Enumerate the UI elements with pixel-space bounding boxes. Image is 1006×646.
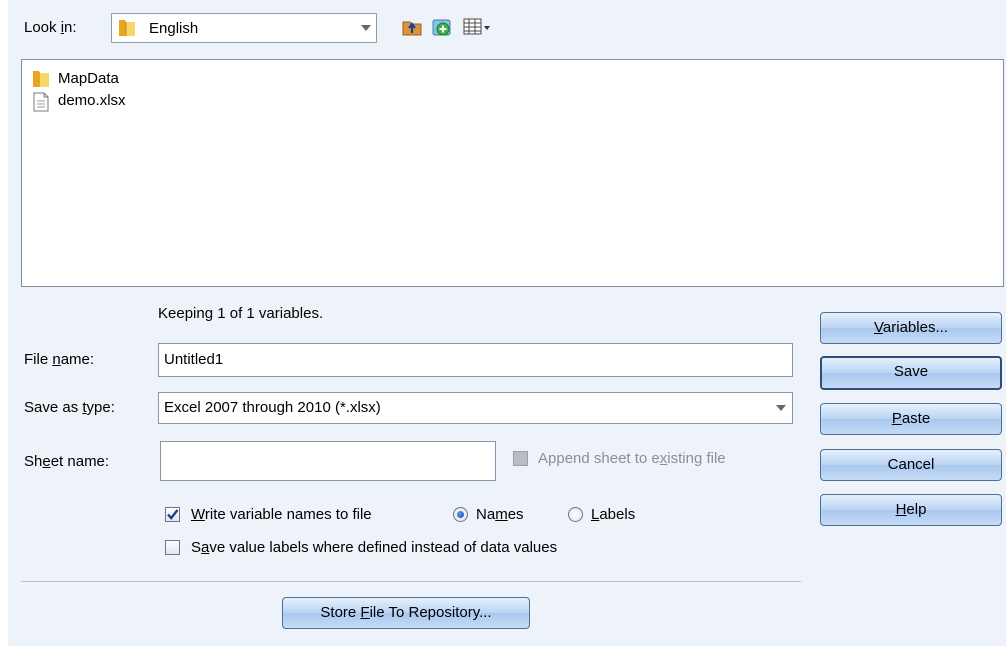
save-data-dialog: Look in: English MapData demo.xlsx Keepi… [8,0,1006,646]
file-name-field[interactable]: Untitled1 [158,343,793,377]
look-in-value: English [149,20,199,37]
append-sheet-checkbox[interactable] [513,451,528,466]
file-name-label: File name: [24,351,95,368]
file-list[interactable]: MapData demo.xlsx [21,59,1004,287]
save-as-type-dropdown[interactable]: Excel 2007 through 2010 (*.xlsx) [158,392,793,424]
chevron-down-icon[interactable] [356,14,376,42]
checkmark-icon [167,509,179,520]
save-as-type-value: Excel 2007 through 2010 (*.xlsx) [164,399,381,416]
write-names-label: Write variable names to file [191,506,372,523]
save-value-labels-checkbox[interactable] [165,540,180,555]
chevron-down-icon[interactable] [770,393,792,423]
labels-radio-label: Labels [591,506,636,523]
names-radio[interactable] [453,507,468,522]
save-as-type-label: Save as type: [24,399,115,416]
names-radio-label: Names [476,506,524,523]
append-sheet-label: Append sheet to existing file [538,450,726,467]
file-name-value: Untitled1 [164,351,224,368]
write-names-checkbox[interactable] [165,507,180,522]
labels-radio[interactable] [568,507,583,522]
file-name: demo.xlsx [58,92,126,109]
file-name: MapData [58,70,119,87]
folder-icon [32,70,50,92]
status-text: Keeping 1 of 1 variables. [158,305,324,322]
cancel-button[interactable]: Cancel [820,449,1002,481]
folder-icon [117,19,137,41]
look-in-dropdown[interactable]: English [111,13,377,43]
sheet-name-label: Sheet name: [24,453,110,470]
separator [21,581,801,582]
store-file-button[interactable]: Store File To Repository... [282,597,530,629]
save-button[interactable]: Save [820,356,1002,390]
up-folder-icon[interactable] [401,16,423,38]
save-value-labels-label: Save value labels where defined instead … [191,539,558,556]
look-in-label: Look in: [24,19,77,36]
sheet-name-field[interactable] [160,441,496,481]
help-button[interactable]: Help [820,494,1002,526]
document-icon [32,92,50,116]
new-folder-icon[interactable] [431,16,453,38]
variables-button[interactable]: Variables... [820,312,1002,344]
paste-button[interactable]: Paste [820,403,1002,435]
view-menu-icon[interactable] [463,16,493,38]
